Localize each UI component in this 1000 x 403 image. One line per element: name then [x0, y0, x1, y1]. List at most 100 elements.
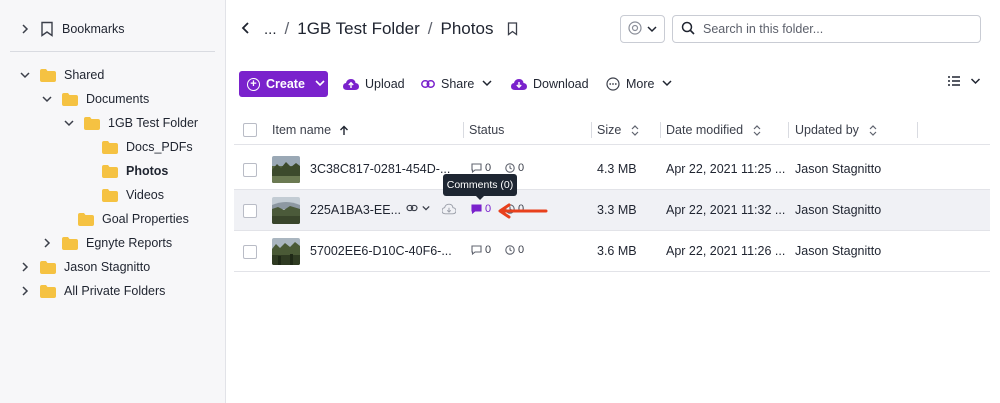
column-header-label: Date modified — [666, 123, 744, 137]
folder-icon — [40, 68, 56, 82]
table-row[interactable]: 225A1BA3-EE... 0 0 3.3 MB Apr 22, 2021 1… — [234, 190, 990, 231]
sidebar-item-photos[interactable]: Photos — [102, 159, 168, 183]
chevron-down-icon — [662, 77, 678, 91]
comments-tooltip: Comments (0) — [443, 174, 517, 200]
comments-indicator[interactable]: 0 — [471, 244, 491, 256]
row-checkbox[interactable] — [243, 204, 257, 218]
download-label: Download — [533, 77, 589, 91]
chevron-right-icon[interactable] — [18, 284, 32, 298]
cloud-download-icon — [511, 78, 527, 90]
search-box[interactable] — [672, 15, 981, 43]
file-size: 3.3 MB — [597, 203, 637, 217]
chevron-down-icon — [482, 77, 498, 91]
back-arrow-icon[interactable] — [240, 19, 252, 39]
file-name[interactable]: 57002EE6-D10C-40F6-... — [310, 244, 452, 258]
column-header-name[interactable]: Item name — [272, 123, 349, 137]
sidebar-item-shared[interactable]: Shared — [18, 63, 104, 87]
sidebar-item-label: All Private Folders — [64, 284, 166, 298]
file-name[interactable]: 225A1BA3-EE... — [310, 203, 401, 217]
table-header: Item name Status Size Date modified Upda… — [234, 115, 990, 145]
share-link-dropdown[interactable] — [406, 204, 430, 212]
table-row[interactable]: 3C38C817-0281-454D-... 0 0 4.3 MB Apr 22… — [234, 149, 990, 190]
sidebar-item-label: Shared — [64, 68, 105, 82]
column-header-label: Updated by — [795, 123, 859, 137]
upload-label: Upload — [365, 77, 405, 91]
folder-icon — [62, 236, 78, 250]
comments-indicator[interactable]: 0 — [471, 162, 491, 174]
image-thumbnail[interactable] — [272, 238, 300, 265]
column-header-size[interactable]: Size — [597, 123, 639, 137]
breadcrumb-parent[interactable]: 1GB Test Folder — [297, 19, 420, 39]
date-modified: Apr 22, 2021 11:25 ... — [666, 162, 786, 176]
versions-count: 0 — [518, 244, 525, 256]
bookmark-icon — [40, 21, 54, 37]
sidebar-item-1gb-test-folder[interactable]: 1GB Test Folder — [62, 111, 198, 135]
image-thumbnail[interactable] — [272, 197, 300, 224]
sidebar-item-jason-stagnitto[interactable]: Jason Stagnitto — [18, 255, 150, 279]
chevron-right-icon[interactable] — [18, 260, 32, 274]
comment-icon — [471, 163, 482, 173]
comment-icon — [471, 204, 482, 214]
versions-count: 0 — [518, 162, 525, 174]
share-button[interactable]: Share — [421, 74, 498, 94]
sidebar-item-egnyte-reports[interactable]: Egnyte Reports — [40, 231, 172, 255]
sidebar-item-documents[interactable]: Documents — [40, 87, 149, 111]
history-icon — [505, 245, 515, 255]
sidebar-item-goal-properties[interactable]: Goal Properties — [78, 207, 189, 231]
upload-button[interactable]: Upload — [343, 74, 405, 94]
folder-icon — [40, 284, 56, 298]
more-icon — [606, 77, 620, 91]
column-header-status[interactable]: Status — [469, 123, 504, 137]
row-checkbox[interactable] — [243, 163, 257, 177]
chevron-right-icon[interactable] — [40, 236, 54, 250]
sidebar-item-label: Documents — [86, 92, 150, 106]
more-button[interactable]: More — [606, 74, 678, 94]
more-label: More — [626, 77, 655, 91]
file-name[interactable]: 3C38C817-0281-454D-... — [310, 162, 450, 176]
select-all-checkbox[interactable] — [243, 123, 257, 137]
column-divider[interactable] — [591, 122, 592, 138]
sidebar-item-label: Photos — [126, 164, 169, 178]
versions-indicator[interactable]: 0 — [505, 162, 524, 174]
chevron-right-icon[interactable] — [18, 22, 32, 36]
breadcrumb-ellipsis[interactable]: ... — [264, 21, 277, 38]
column-header-label: Item name — [272, 123, 332, 137]
create-button[interactable]: + Create — [239, 71, 328, 97]
sidebar-item-docs-pdfs[interactable]: Docs_PDFs — [102, 135, 193, 159]
sidebar-item-all-private-folders[interactable]: All Private Folders — [18, 279, 165, 303]
view-mode-dropdown[interactable] — [948, 76, 981, 86]
folder-icon — [40, 260, 56, 274]
row-checkbox[interactable] — [243, 245, 257, 259]
chevron-down-icon[interactable] — [40, 92, 54, 106]
column-divider[interactable] — [917, 122, 918, 138]
filter-dropdown[interactable] — [620, 15, 665, 43]
chevron-down-icon — [422, 205, 430, 211]
download-icon[interactable] — [441, 203, 457, 218]
sort-icon — [631, 124, 639, 136]
column-divider[interactable] — [660, 122, 661, 138]
share-label: Share — [441, 77, 475, 91]
download-button[interactable]: Download — [511, 74, 589, 94]
column-divider[interactable] — [788, 122, 789, 138]
chevron-down-icon[interactable] — [18, 68, 32, 82]
comments-indicator[interactable]: 0 — [471, 203, 491, 215]
folder-icon — [102, 140, 118, 154]
date-modified: Apr 22, 2021 11:26 ... — [666, 244, 786, 258]
sidebar-item-bookmarks[interactable]: Bookmarks — [18, 17, 125, 41]
column-header-date-modified[interactable]: Date modified — [666, 123, 761, 137]
updated-by: Jason Stagnitto — [795, 203, 882, 217]
chevron-down-icon[interactable] — [62, 116, 76, 130]
bookmark-icon[interactable] — [507, 22, 518, 36]
sidebar-item-videos[interactable]: Videos — [102, 183, 164, 207]
column-divider[interactable] — [463, 122, 464, 138]
versions-indicator[interactable]: 0 — [505, 244, 524, 256]
folder-icon — [102, 188, 118, 202]
table-row[interactable]: 57002EE6-D10C-40F6-... 0 0 3.6 MB Apr 22… — [234, 231, 990, 272]
link-icon — [421, 80, 435, 88]
search-icon — [681, 21, 695, 38]
chevron-down-icon — [315, 77, 325, 91]
comments-count: 0 — [485, 162, 492, 174]
search-input[interactable] — [703, 22, 963, 36]
column-header-updated-by[interactable]: Updated by — [795, 123, 877, 137]
image-thumbnail[interactable] — [272, 156, 300, 183]
